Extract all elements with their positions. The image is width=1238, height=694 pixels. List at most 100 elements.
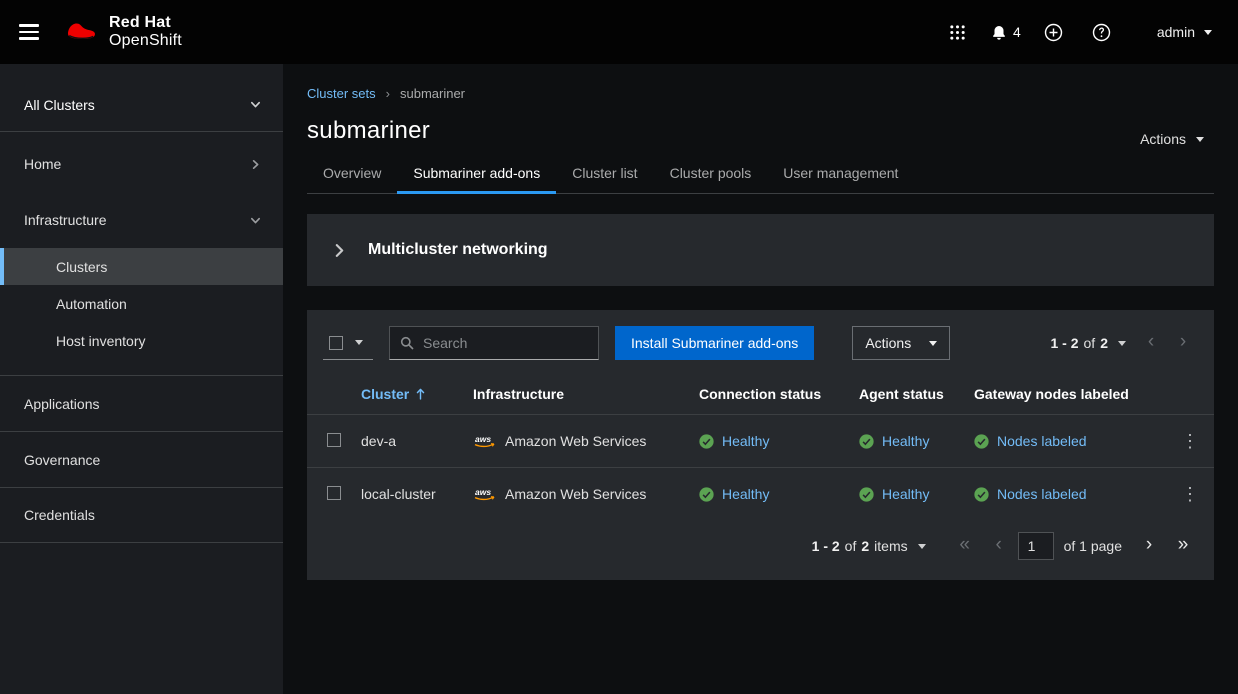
column-header-gateway-nodes-labeled: Gateway nodes labeled [966, 376, 1164, 415]
search-icon [400, 336, 414, 350]
page-controls: « ‹ of 1 page › » [950, 532, 1198, 560]
sidebar: All Clusters Home Infrastructure Cluster… [0, 64, 283, 694]
sidebar-item-governance[interactable]: Governance [0, 431, 283, 487]
infrastructure-label: Amazon Web Services [505, 433, 646, 449]
brand-text: Red Hat OpenShift [109, 14, 182, 51]
table-header-row: Cluster Infrastructure Connection status… [307, 376, 1214, 415]
column-header-agent-status: Agent status [851, 376, 966, 415]
pagination-items-label: items [874, 538, 907, 554]
breadcrumb-separator-icon: › [386, 87, 390, 100]
hamburger-icon [19, 24, 39, 27]
chevron-down-icon [250, 99, 261, 110]
sidebar-subnav-infrastructure: Clusters Automation Host inventory [0, 248, 283, 359]
gateway-nodes-link[interactable]: Nodes labeled [997, 433, 1087, 449]
row-checkbox[interactable] [327, 433, 341, 447]
app-launcher-button[interactable] [941, 15, 975, 49]
notifications-button[interactable]: 4 [989, 15, 1023, 49]
masthead: Red Hat OpenShift 4 [0, 0, 1238, 64]
caret-down-icon [929, 341, 937, 346]
table-row-local-cluster: local-cluster aws Amazon Web Servi [307, 468, 1214, 521]
clusters-table-card: Install Submariner add-ons Actions 1 - 2… [307, 310, 1214, 580]
search-box [389, 326, 599, 360]
caret-down-icon [918, 544, 926, 549]
sidebar-item-credentials[interactable]: Credentials [0, 487, 283, 543]
success-check-icon [974, 434, 989, 449]
bulk-select-dropdown[interactable] [323, 326, 373, 360]
tab-submariner-add-ons[interactable]: Submariner add-ons [397, 155, 556, 194]
success-check-icon [699, 487, 714, 502]
pagination-top: 1 - 2 of 2 ‹ › [1043, 329, 1199, 357]
next-page-button[interactable]: › [1168, 329, 1198, 357]
success-check-icon [699, 434, 714, 449]
nav-toggle-button[interactable] [10, 13, 48, 51]
help-icon [1092, 23, 1111, 42]
sidebar-item-label: Applications [24, 396, 100, 412]
pagination-total: 2 [861, 538, 869, 554]
page-actions-label: Actions [1140, 131, 1186, 147]
username-label: admin [1157, 24, 1195, 40]
tab-user-management[interactable]: User management [767, 155, 914, 194]
sidebar-item-label: Infrastructure [24, 212, 106, 228]
install-submariner-add-ons-button[interactable]: Install Submariner add-ons [615, 326, 814, 360]
previous-page-button[interactable]: ‹ [984, 532, 1014, 560]
sidebar-item-infrastructure[interactable]: Infrastructure [0, 192, 283, 248]
sidebar-item-applications[interactable]: Applications [0, 375, 283, 431]
column-header-cluster[interactable]: Cluster [353, 376, 465, 415]
success-check-icon [859, 434, 874, 449]
agent-status-link[interactable]: Healthy [882, 433, 929, 449]
page-body: All Clusters Home Infrastructure Cluster… [0, 64, 1238, 694]
user-menu-button[interactable]: admin [1157, 24, 1212, 40]
caret-down-icon [1204, 30, 1212, 35]
connection-status-link[interactable]: Healthy [722, 486, 769, 502]
tab-overview[interactable]: Overview [307, 155, 397, 194]
sidebar-item-label: Home [24, 156, 61, 172]
chevron-right-icon [333, 243, 346, 258]
notification-count-badge: 4 [1013, 24, 1021, 40]
search-input[interactable] [423, 335, 588, 351]
tab-cluster-list[interactable]: Cluster list [556, 155, 653, 194]
tab-cluster-pools[interactable]: Cluster pools [654, 155, 768, 194]
pagination-bottom: 1 - 2 of 2 items « ‹ of 1 page › [307, 520, 1214, 580]
sidebar-item-host-inventory[interactable]: Host inventory [0, 322, 283, 359]
caret-down-icon [1196, 137, 1204, 142]
aws-icon: aws [473, 487, 497, 502]
cluster-switcher-dropdown[interactable]: All Clusters [0, 78, 283, 132]
create-button[interactable] [1037, 15, 1071, 49]
sidebar-item-clusters[interactable]: Clusters [0, 248, 283, 285]
redhat-hat-icon [62, 19, 100, 46]
agent-status-link[interactable]: Healthy [882, 486, 929, 502]
next-page-button[interactable]: › [1134, 532, 1164, 560]
row-checkbox[interactable] [327, 486, 341, 500]
bell-icon [991, 24, 1007, 41]
first-page-button[interactable]: « [950, 532, 980, 560]
connection-status-link[interactable]: Healthy [722, 433, 769, 449]
openshift-logo[interactable]: Red Hat OpenShift [62, 14, 182, 51]
current-page-input[interactable] [1018, 532, 1054, 560]
title-row: submariner Actions [307, 117, 1214, 145]
chevron-down-icon [250, 215, 261, 226]
column-header-label: Cluster [361, 386, 409, 402]
main-content: Cluster sets › submariner submariner Act… [283, 64, 1238, 694]
last-page-button[interactable]: » [1168, 532, 1198, 560]
toolbar-actions-dropdown[interactable]: Actions [852, 326, 950, 360]
sidebar-item-label: Governance [24, 452, 100, 468]
items-per-page-dropdown[interactable]: 1 - 2 of 2 items [804, 538, 934, 554]
row-kebab-menu-button[interactable]: ⋮ [1172, 430, 1208, 452]
svg-text:aws: aws [475, 434, 491, 444]
sidebar-item-home[interactable]: Home [0, 136, 283, 192]
apps-grid-icon [949, 24, 966, 41]
expand-toggle-button[interactable] [331, 239, 348, 262]
sidebar-item-automation[interactable]: Automation [0, 285, 283, 322]
cluster-name: local-cluster [361, 486, 436, 502]
breadcrumb-link-cluster-sets[interactable]: Cluster sets [307, 86, 376, 101]
previous-page-button[interactable]: ‹ [1136, 329, 1166, 357]
help-button[interactable] [1085, 15, 1119, 49]
select-all-checkbox[interactable] [329, 336, 343, 350]
sort-ascending-icon [416, 388, 425, 400]
page-actions-dropdown[interactable]: Actions [1130, 125, 1214, 153]
per-page-dropdown[interactable]: 1 - 2 of 2 [1043, 335, 1135, 351]
success-check-icon [974, 487, 989, 502]
row-kebab-menu-button[interactable]: ⋮ [1172, 483, 1208, 505]
svg-text:aws: aws [475, 487, 491, 497]
gateway-nodes-link[interactable]: Nodes labeled [997, 486, 1087, 502]
